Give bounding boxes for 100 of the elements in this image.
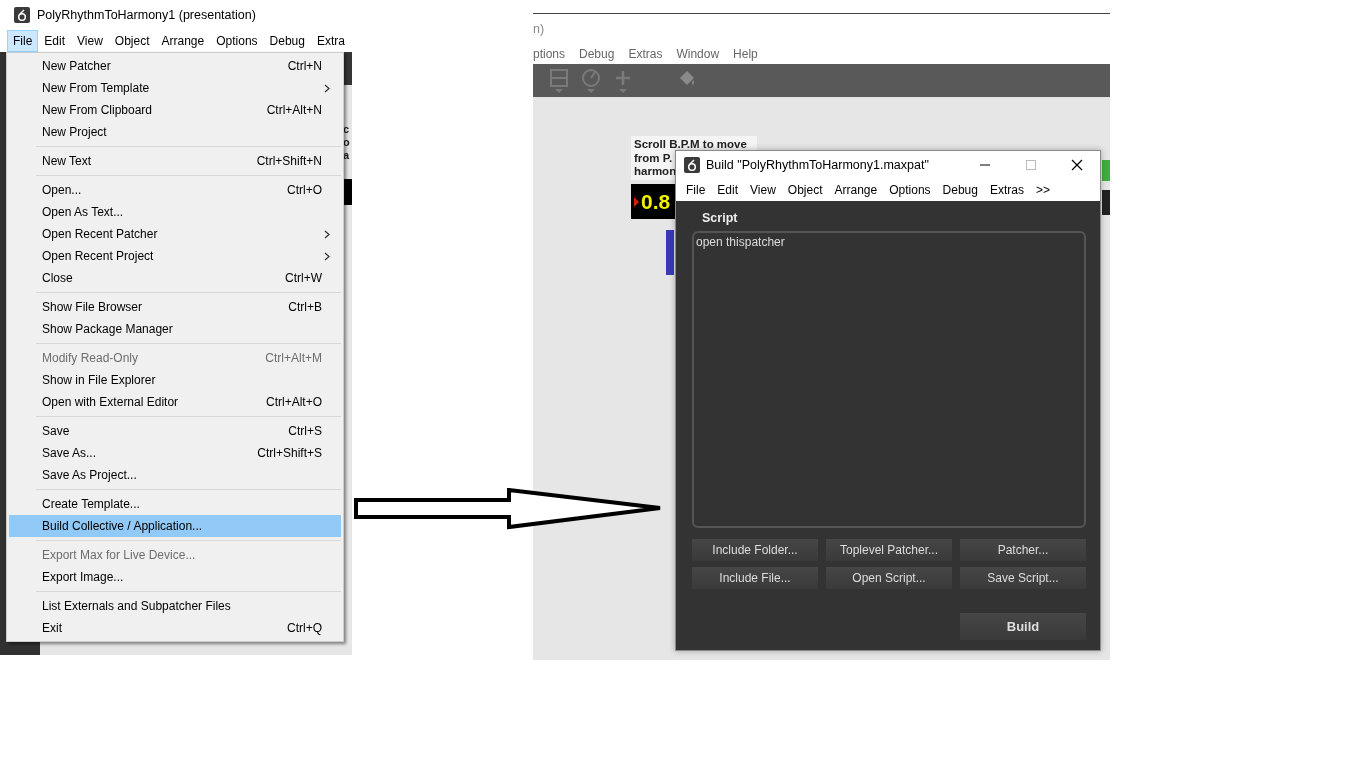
comment-text: Scroll B.P.M to move (634, 138, 747, 152)
dialog-button[interactable]: Toplevel Patcher... (826, 539, 952, 561)
build-button[interactable]: Build (960, 613, 1086, 640)
menu-item-label: Open Recent Patcher (42, 227, 158, 241)
triangle-icon (634, 196, 639, 207)
menu-item[interactable]: Show in File Explorer (9, 369, 341, 391)
menu-item[interactable]: Open As Text... (9, 201, 341, 223)
shortcut-label: Ctrl+Alt+M (265, 351, 322, 365)
menu-item-label: Show Package Manager (42, 322, 173, 336)
menu-item-label: Close (42, 271, 73, 285)
dialog-button[interactable]: Patcher... (960, 539, 1086, 561)
menu-item[interactable]: Show File Browser Ctrl+B (9, 296, 341, 318)
menu-item[interactable]: Create Template... (9, 493, 341, 515)
menu-item-label: Export Max for Live Device... (42, 548, 196, 562)
menu-item[interactable]: Close Ctrl+W (9, 267, 341, 289)
menu-item[interactable]: Debug (579, 47, 615, 61)
section-label: Script (702, 211, 738, 225)
dialog-button[interactable]: Open Script... (826, 567, 952, 589)
menu-item[interactable]: New Text Ctrl+Shift+N (9, 150, 341, 172)
menu-item[interactable]: Show Package Manager (9, 318, 341, 340)
comment-text: c (343, 123, 350, 136)
menu-item-label: Show in File Explorer (42, 373, 156, 387)
app-icon (684, 157, 700, 173)
menu-item-label: New Patcher (42, 59, 111, 73)
shortcut-label: Ctrl+N (287, 59, 322, 73)
shortcut-label: Ctrl+Q (287, 621, 322, 635)
menu-item[interactable]: File (7, 30, 39, 52)
menu-item[interactable]: Options (883, 183, 937, 197)
shortcut-label: Ctrl+S (288, 424, 322, 438)
menu-item[interactable]: New From Template (9, 77, 341, 99)
number-value: 0.8 (641, 189, 671, 214)
window-title: PolyRhythmToHarmony1 (presentation) (37, 8, 256, 22)
menu-item[interactable]: Arrange (828, 183, 884, 197)
menu-item[interactable]: Save As... Ctrl+Shift+S (9, 442, 341, 464)
menu-item[interactable]: Open Recent Patcher (9, 223, 341, 245)
menu-item-label: Build Collective / Application... (42, 519, 203, 533)
menu-item[interactable]: Build Collective / Application... (9, 515, 341, 537)
menu-item-label: Exit (42, 621, 62, 635)
menu-item[interactable]: Extra (310, 30, 351, 52)
menu-item-label: Save As... (42, 446, 97, 460)
menu-item[interactable]: List Externals and Subpatcher Files (9, 595, 341, 617)
number-box[interactable]: 0.8 (631, 184, 675, 219)
menu-item[interactable]: View (71, 30, 109, 52)
menu-item[interactable]: Object (108, 30, 156, 52)
menu-item[interactable]: Debug (936, 183, 984, 197)
menu-item[interactable]: Window (676, 47, 720, 61)
shortcut-label: Ctrl+O (287, 183, 322, 197)
menu-item-label: Save As Project... (42, 468, 137, 482)
panel-object (1102, 190, 1110, 215)
menu-item-label: New From Clipboard (42, 103, 153, 117)
menu-item[interactable]: Debug (263, 30, 311, 52)
menu-item[interactable]: ptions (533, 47, 566, 61)
gauge-icon[interactable] (581, 67, 601, 94)
menu-item[interactable]: Edit (711, 183, 745, 197)
close-icon[interactable] (1071, 159, 1083, 171)
menu-item[interactable]: View (744, 183, 782, 197)
menu-item[interactable]: Save Ctrl+S (9, 420, 341, 442)
menu-item-label: Export Image... (42, 570, 124, 584)
dialog-button[interactable]: Include File... (692, 567, 818, 589)
menu-item[interactable]: Options (210, 30, 264, 52)
maximize-icon[interactable] (1025, 159, 1037, 171)
menu-item-label: Modify Read-Only (42, 351, 139, 365)
menu-item[interactable]: New Patcher Ctrl+N (9, 55, 341, 77)
menu-item[interactable]: Extras (628, 47, 663, 61)
app-icon (14, 7, 30, 23)
menu-item[interactable]: Object (781, 183, 829, 197)
menu-item[interactable]: File (680, 183, 712, 197)
minus-box-icon[interactable] (549, 67, 569, 94)
menu-item[interactable]: New From Clipboard Ctrl+Alt+N (9, 99, 341, 121)
menu-item[interactable]: Open... Ctrl+O (9, 179, 341, 201)
menu-item-label: Open Recent Project (42, 249, 154, 263)
dialog-button[interactable]: Include Folder... (692, 539, 818, 561)
menu-item-label: Save (42, 424, 70, 438)
menu-item[interactable]: Export Image... (9, 566, 341, 588)
shortcut-label: Ctrl+Alt+O (266, 395, 322, 409)
menu-item[interactable]: Open Recent Project (9, 245, 341, 267)
script-field[interactable]: open thispatcher (692, 231, 1086, 528)
menu-item[interactable]: New Project (9, 121, 341, 143)
menu-item[interactable]: Extras (983, 183, 1030, 197)
shortcut-label: Ctrl+Shift+S (257, 446, 322, 460)
menu-item-label: Open... (42, 183, 82, 197)
menu-item[interactable]: Help (733, 47, 758, 61)
menu-item-label: List Externals and Subpatcher Files (42, 599, 231, 613)
menu-item[interactable]: Edit (38, 30, 72, 52)
menu-item-label: New From Template (42, 81, 150, 95)
menu-item[interactable]: Save As Project... (9, 464, 341, 486)
menu-item[interactable]: >> (1029, 183, 1056, 197)
menu-item[interactable]: Open with External Editor Ctrl+Alt+O (9, 391, 341, 413)
menu-item-label: Open with External Editor (42, 395, 179, 409)
menu-item-label: New Text (42, 154, 92, 168)
menu-item[interactable]: Arrange (155, 30, 211, 52)
menu-item[interactable]: Exit Ctrl+Q (9, 617, 341, 639)
dialog-button[interactable]: Save Script... (960, 567, 1086, 589)
window-title: Build "PolyRhythmToHarmony1.maxpat" (706, 158, 929, 172)
comment-text: harmon (634, 165, 677, 179)
shortcut-label: Ctrl+Shift+N (256, 154, 322, 168)
menu-item-label: Create Template... (42, 497, 140, 511)
shortcut-label: Ctrl+W (285, 271, 322, 285)
menu-item-label: New Project (42, 125, 107, 139)
menu-item-label: Show File Browser (42, 300, 143, 314)
